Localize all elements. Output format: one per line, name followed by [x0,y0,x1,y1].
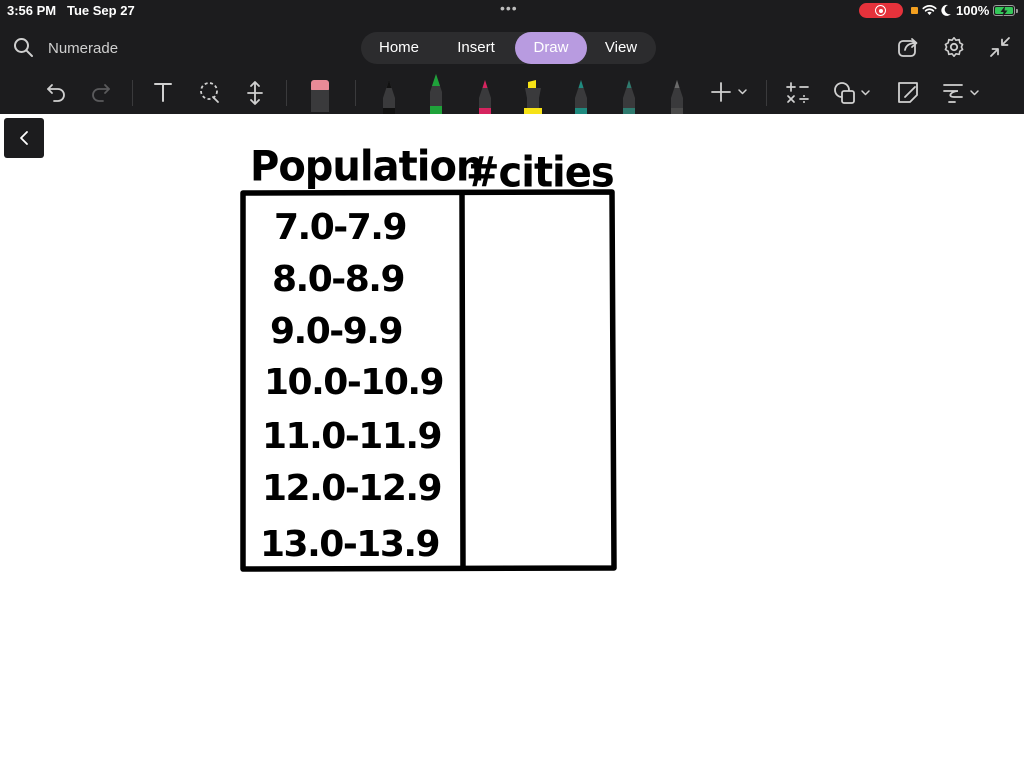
toolbar-divider [355,80,356,106]
top-navigation-bar: Numerade Home Insert Draw View [0,22,1024,72]
tab-view[interactable]: View [591,32,651,64]
share-icon[interactable] [897,36,919,58]
status-bar: 3:56 PM Tue Sep 27 ••• 100% [0,0,1024,22]
toolbar-divider [286,80,287,106]
text-tool-icon[interactable] [152,80,174,104]
battery-tip [1016,9,1018,13]
chevron-left-icon [20,131,28,145]
table-row-range: 13.0-13.9 [260,524,441,565]
sticky-note-icon[interactable] [896,80,920,106]
toolbar-divider [766,80,767,106]
search-icon[interactable] [13,37,34,58]
table-row-range: 9.0-9.9 [270,311,404,352]
eraser-icon[interactable] [308,78,332,114]
pen-teal-dark-icon[interactable] [617,76,641,114]
status-date: Tue Sep 27 [67,3,135,18]
toolbar-divider [132,80,133,106]
app-name[interactable]: Numerade [48,40,118,57]
do-not-disturb-icon [941,4,951,16]
back-button[interactable] [4,118,44,158]
table-row-range: 11.0-11.9 [262,416,443,457]
wifi-icon [922,5,937,15]
battery-icon [993,5,1015,17]
status-time: 3:56 PM [7,3,57,18]
mic-indicator-icon [911,7,918,14]
battery-percent: 100% [956,3,990,18]
settings-icon[interactable] [943,36,965,58]
tab-home[interactable]: Home [365,32,433,64]
space-insert-icon[interactable] [244,80,266,106]
add-tool-icon[interactable] [710,80,750,104]
lasso-icon[interactable] [198,80,222,106]
pen-green-icon[interactable] [424,72,448,114]
record-icon [875,5,886,16]
highlighter-yellow-icon[interactable] [520,76,546,114]
app-window: { "status_bar": { "time": "3:56 PM", "da… [0,0,1024,768]
table-row-range: 8.0-8.9 [272,259,406,300]
tab-draw[interactable]: Draw [515,32,587,64]
shapes-icon[interactable] [833,80,875,106]
table-row-range: 10.0-10.9 [264,362,445,403]
drawing-toolbar [0,72,1024,114]
math-icon[interactable] [786,80,810,106]
pencil-gray-icon[interactable] [665,76,689,114]
screen-recording-indicator[interactable] [859,3,903,18]
tab-bar: Home Insert Draw View [361,32,656,64]
line-style-icon[interactable] [941,80,983,106]
redo-icon[interactable] [90,80,112,104]
undo-icon[interactable] [45,80,67,104]
multitask-dots[interactable]: ••• [500,0,518,16]
pen-teal-icon[interactable] [569,76,593,114]
note-canvas[interactable]: Population #cities 7.0-7.9 8.0-8.9 9.0-9… [0,114,1024,768]
table-row-range: 12.0-12.9 [262,468,443,509]
pen-black-icon[interactable] [377,76,401,114]
tab-insert[interactable]: Insert [441,32,511,64]
charging-bolt-icon [1000,6,1008,17]
pen-pink-icon[interactable] [473,76,497,114]
table-row-range: 7.0-7.9 [274,207,408,248]
collapse-icon[interactable] [989,36,1011,58]
